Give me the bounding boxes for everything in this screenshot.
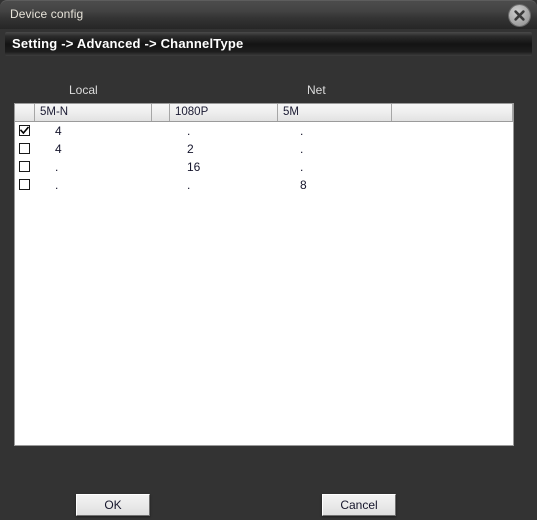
cell-col1080p: . (187, 178, 191, 192)
table-header-col1080p[interactable]: 1080P (170, 104, 278, 121)
cell-col5m: 8 (300, 178, 307, 192)
table-row[interactable]: 4.. (15, 122, 513, 140)
breadcrumb: Setting -> Advanced -> ChannelType (5, 32, 532, 56)
row-checkbox[interactable] (19, 125, 30, 136)
table-header-spacer1[interactable] (152, 104, 170, 121)
table-header-col5mn[interactable]: 5M-N (35, 104, 152, 121)
cell-col5mn: . (55, 178, 59, 192)
table-row[interactable]: 4 2. (15, 140, 513, 158)
window-titlebar: Device config (0, 0, 537, 29)
cell-col1080p: 16 (187, 160, 201, 174)
group-label-net: Net (307, 83, 326, 97)
group-label-local: Local (69, 83, 98, 97)
window-title: Device config (10, 7, 84, 21)
cell-col5mn: . (55, 160, 59, 174)
cell-col5m: . (300, 124, 304, 138)
cell-col5m: . (300, 142, 304, 156)
table-header-row: 5M-N 1080P 5M (15, 104, 513, 122)
row-checkbox[interactable] (19, 143, 30, 154)
cell-col5mn: 4 (55, 142, 62, 156)
table-row[interactable]: .. 8 (15, 176, 513, 194)
row-checkbox[interactable] (19, 161, 30, 172)
row-checkbox[interactable] (19, 179, 30, 190)
device-config-window: Device config Setting -> Advanced -> Cha… (0, 0, 537, 520)
channel-type-table: 5M-N 1080P 5M 4.. 4 2.. 16... 8 (14, 103, 514, 446)
ok-button[interactable]: OK (76, 494, 150, 516)
cell-col5m: . (300, 160, 304, 174)
table-header-select[interactable] (15, 104, 35, 121)
cell-col1080p: . (187, 124, 191, 138)
close-icon[interactable] (509, 5, 530, 26)
cell-col5mn: 4 (55, 124, 62, 138)
cell-col1080p: 2 (187, 142, 194, 156)
table-header-col5m[interactable]: 5M (278, 104, 392, 121)
table-body: 4.. 4 2.. 16... 8 (15, 122, 513, 445)
cancel-button[interactable]: Cancel (322, 494, 396, 516)
table-row[interactable]: . 16. (15, 158, 513, 176)
table-header-filler[interactable] (392, 104, 513, 121)
breadcrumb-label: Setting -> Advanced -> ChannelType (12, 36, 244, 51)
